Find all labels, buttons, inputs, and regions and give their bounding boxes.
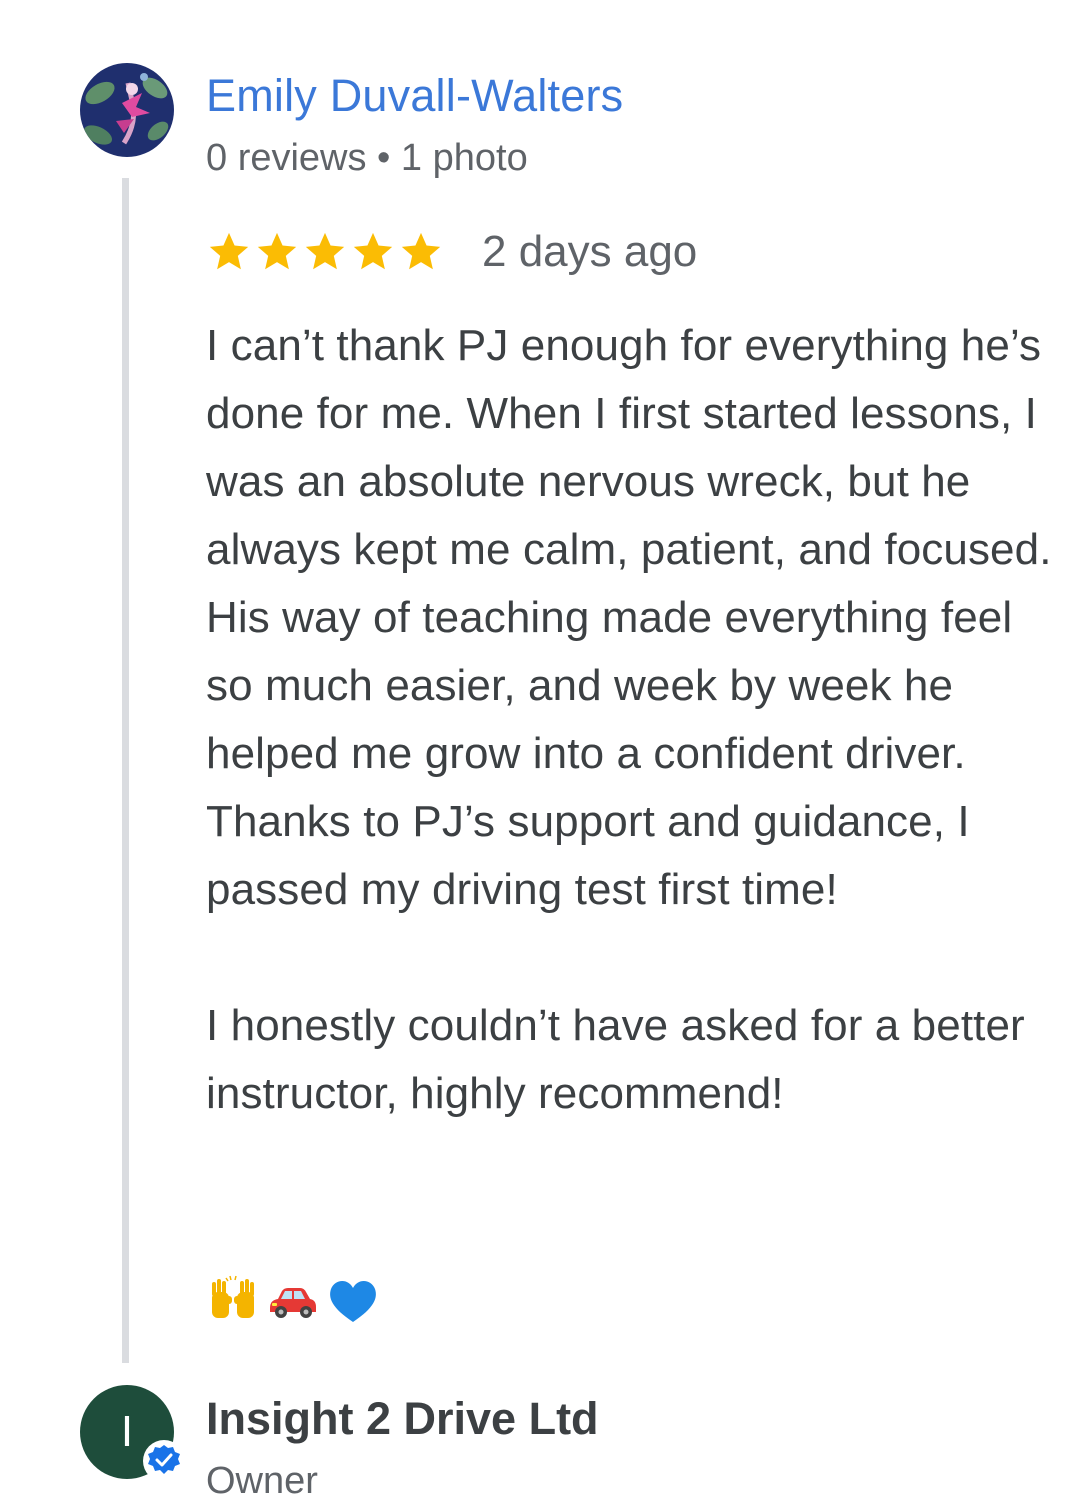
flower-photo-icon [80, 63, 174, 157]
review-text: I can’t thank PJ enough for everything h… [206, 321, 1052, 1118]
raising-hands-icon [212, 1275, 254, 1318]
reviewer-avatar[interactable] [80, 63, 174, 157]
car-icon [270, 1288, 316, 1318]
rating-row: 2 days ago [206, 226, 697, 278]
owner-role: Owner [206, 1460, 318, 1502]
reviewer-meta: 0 reviews • 1 photo [206, 137, 528, 179]
reviewer-name[interactable]: Emily Duvall-Walters [206, 70, 623, 122]
owner-name[interactable]: Insight 2 Drive Ltd [206, 1393, 599, 1445]
star-icon [353, 232, 393, 270]
star-icon [305, 232, 345, 270]
star-icon [209, 232, 249, 270]
emoji-row [206, 1274, 380, 1328]
star-icon [257, 232, 297, 270]
verified-badge [143, 1440, 185, 1482]
thread-line [122, 178, 129, 1363]
owner-avatar-letter: I [120, 1407, 134, 1456]
review-date: 2 days ago [482, 227, 698, 276]
blue-heart-icon [330, 1280, 376, 1322]
verified-check-icon [148, 1445, 180, 1474]
star-rating [206, 229, 444, 275]
star-icon [401, 232, 441, 270]
